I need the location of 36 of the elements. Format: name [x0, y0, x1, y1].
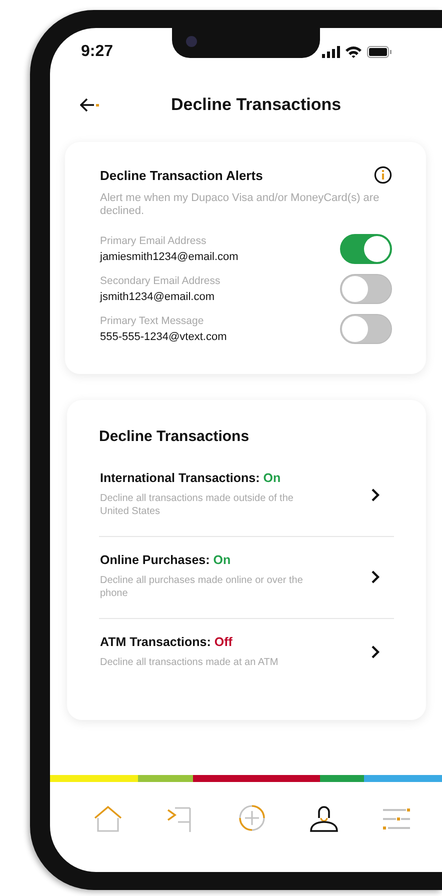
option-title: International Transactions: On [100, 471, 282, 485]
contact-value: jamiesmith1234@email.com [100, 251, 238, 263]
house-icon [94, 804, 122, 833]
contact-value: 555-555-1234@vtext.com [100, 331, 227, 343]
option-description: Decline all transactions made outside of the United States [100, 493, 294, 518]
decline-option-row[interactable]: ATM Transactions: Off Decline all transactions made at an ATM [99, 619, 394, 688]
contact-value: jsmith1234@email.com [100, 291, 216, 303]
card-title: Decline Transactions [99, 428, 250, 445]
camera-icon [186, 36, 197, 47]
chevron-right-icon [371, 570, 380, 584]
option-title: ATM Transactions: Off [100, 635, 234, 649]
back-arrow-icon[interactable] [80, 98, 100, 112]
decline-option-row[interactable]: International Transactions: On Decline all transactions made outside of the United States [99, 445, 394, 537]
option-description: Decline all transactions made at an ATM [100, 657, 280, 670]
transfer-arrows-icon [166, 804, 194, 833]
status-time: 9:27 [81, 43, 114, 61]
signal-icon [322, 46, 340, 58]
option-description: Decline all purchases made online or over the phone [100, 575, 304, 600]
person-icon [310, 804, 338, 833]
decline-option-row[interactable]: Online Purchases: On Decline all purchases made online or over the phone [99, 537, 394, 619]
info-icon[interactable] [374, 166, 392, 184]
page-title: Decline Transactions [171, 95, 342, 115]
field-label: Primary Text Message [100, 315, 205, 327]
chevron-right-icon [371, 645, 380, 660]
option-title: Online Purchases: On [100, 553, 232, 567]
field-label: Primary Email Address [100, 235, 208, 247]
toggle-switch[interactable] [340, 274, 392, 304]
wifi-icon [345, 46, 362, 58]
card-title: Decline Transaction Alerts [100, 168, 263, 182]
toggle-switch[interactable] [340, 314, 392, 344]
field-label: Secondary Email Address [100, 275, 220, 287]
battery-icon [367, 46, 392, 58]
card-description: Alert me when my Dupaco Visa and/or MoneyCard(s) are declined. [100, 192, 380, 218]
toggle-switch[interactable] [340, 234, 392, 264]
chevron-right-icon [371, 488, 380, 502]
plus-circle-icon [238, 804, 266, 833]
